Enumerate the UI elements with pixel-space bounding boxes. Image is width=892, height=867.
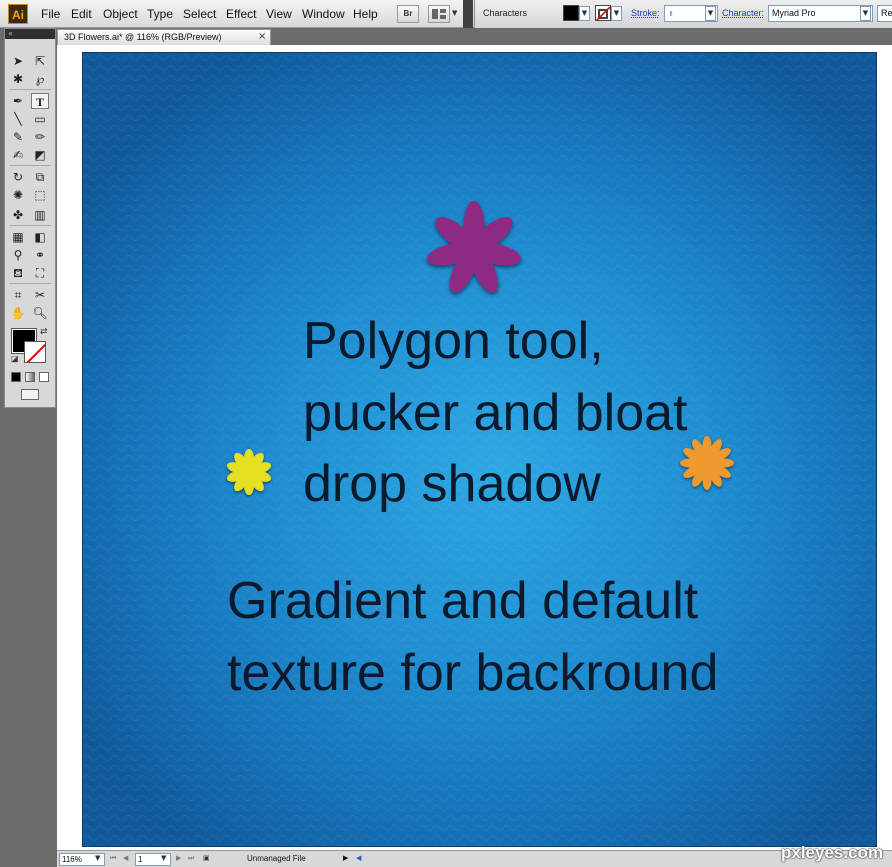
artboard[interactable]: Polygon tool, pucker and bloat drop shad… <box>82 52 877 847</box>
first-artboard-icon[interactable]: ⏮ <box>110 854 116 863</box>
fill-color-swatch[interactable] <box>563 5 579 21</box>
blend-tool-icon[interactable]: ⚭ <box>31 247 49 263</box>
menu-help[interactable]: Help <box>353 7 378 21</box>
artwork-text-line-3: drop shadow <box>303 455 601 513</box>
tools-panel: « ➤ ⇱ ✱ ℘ ✒ T ╲ ▭ ✎ ✏ ✍ ◩ ↻ ⧉ ✺ ⬚ ✤ ▥ ▦ … <box>4 28 56 408</box>
menu-object[interactable]: Object <box>103 7 138 21</box>
type-tool-icon[interactable]: T <box>31 93 49 109</box>
color-mode-icon[interactable] <box>11 372 21 382</box>
yellow-flower <box>227 449 271 495</box>
menu-type[interactable]: Type <box>147 7 173 21</box>
last-artboard-icon[interactable]: ⏭ <box>188 854 194 863</box>
blob-brush-tool-icon[interactable]: ✍ <box>9 147 27 163</box>
eraser-tool-icon[interactable]: ◩ <box>31 147 49 163</box>
artwork-text-line-4: Gradient and default <box>227 572 699 630</box>
chevron-down-icon[interactable]: ▼ <box>452 9 457 17</box>
tool-divider <box>9 283 51 284</box>
direct-selection-tool-icon[interactable]: ⇱ <box>31 53 49 69</box>
previous-artboard-icon[interactable]: ◀ <box>123 854 128 862</box>
scroll-left-icon[interactable]: ◀ <box>356 854 361 862</box>
background-texture <box>83 53 876 846</box>
purple-flower <box>427 201 521 293</box>
character-label[interactable]: Character: <box>722 8 764 18</box>
zoom-dropdown-arrow[interactable]: ▼ <box>95 854 100 862</box>
line-tool-icon[interactable]: ╲ <box>9 111 27 127</box>
hand-tool-icon[interactable]: ✋ <box>9 305 27 321</box>
tool-divider <box>9 165 51 166</box>
live-paint-selection-tool-icon[interactable]: ⛶ <box>31 265 49 281</box>
tools-panel-collapse[interactable]: « <box>5 29 55 39</box>
next-artboard-icon[interactable]: ▶ <box>176 854 181 862</box>
control-panel-grip[interactable] <box>463 0 473 28</box>
selection-tool-icon[interactable]: ➤ <box>9 53 27 69</box>
arrange-documents-icon <box>432 9 446 19</box>
gradient-mode-icon[interactable] <box>25 372 35 382</box>
scale-tool-icon[interactable]: ⧉ <box>31 169 49 185</box>
default-colors-icon[interactable]: ◪ <box>11 354 19 363</box>
stepper-icon[interactable]: ⬍ <box>668 11 674 18</box>
stroke-weight-dropdown-arrow[interactable]: ▼ <box>705 6 716 21</box>
no-stroke-icon <box>596 6 610 20</box>
stroke-color-box[interactable] <box>24 341 46 363</box>
document-tab[interactable]: 3D Flowers.ai* @ 116% (RGB/Preview) <box>57 29 271 45</box>
free-transform-tool-icon[interactable]: ⬚ <box>31 187 49 203</box>
rectangle-tool-icon[interactable]: ▭ <box>31 111 49 127</box>
arrange-documents-button[interactable] <box>428 5 450 23</box>
graph-tool-icon[interactable]: ▥ <box>31 207 49 223</box>
paintbrush-tool-icon[interactable]: ✎ <box>9 129 27 145</box>
mesh-tool-icon[interactable]: ▦ <box>9 229 27 245</box>
status-text: Unmanaged File <box>247 854 306 863</box>
font-family-dropdown-arrow[interactable]: ▼ <box>860 6 871 21</box>
watermark: pxleyes.com <box>781 843 884 862</box>
none-mode-icon[interactable] <box>39 372 49 382</box>
status-bar: 116% ▼ ⏮ ◀ 1 ▼ ▶ ⏭ ▣ Unmanaged File ▶ ◀ <box>57 850 892 867</box>
live-paint-bucket-tool-icon[interactable]: ⛾ <box>9 265 27 281</box>
symbol-sprayer-tool-icon[interactable]: ✤ <box>9 207 27 223</box>
app-logo: Ai <box>8 4 28 24</box>
stroke-color-swatch[interactable] <box>595 5 611 21</box>
gradient-tool-icon[interactable]: ◧ <box>31 229 49 245</box>
warp-tool-icon[interactable]: ✺ <box>9 187 27 203</box>
font-family-field[interactable]: Myriad Pro <box>768 5 873 22</box>
status-menu-icon[interactable]: ▣ <box>203 854 210 862</box>
pencil-tool-icon[interactable]: ✏ <box>31 129 49 145</box>
fill-dropdown-arrow[interactable]: ▼ <box>579 6 590 21</box>
bridge-button[interactable]: Br <box>397 5 419 23</box>
font-style-field[interactable]: Re <box>877 5 892 22</box>
menu-view[interactable]: View <box>266 7 292 21</box>
stroke-label[interactable]: Stroke: <box>631 8 660 18</box>
tool-divider <box>9 89 51 90</box>
pen-tool-icon[interactable]: ✒ <box>9 93 27 109</box>
swap-colors-icon[interactable]: ⇄ <box>40 327 48 337</box>
artwork-text-line-5: texture for backround <box>227 644 719 702</box>
artwork-text-line-2: pucker and bloat <box>303 384 688 442</box>
magic-wand-tool-icon[interactable]: ✱ <box>9 71 27 87</box>
menu-edit[interactable]: Edit <box>71 7 92 21</box>
stroke-dropdown-arrow[interactable]: ▼ <box>611 6 622 21</box>
slice-tool-icon[interactable]: ✂ <box>31 287 49 303</box>
screen-mode-icon[interactable] <box>21 389 39 400</box>
menu-file[interactable]: File <box>41 7 60 21</box>
artwork-text-line-1: Polygon tool, <box>303 312 604 370</box>
close-icon[interactable]: × <box>258 31 266 42</box>
menu-window[interactable]: Window <box>302 7 345 21</box>
rotate-tool-icon[interactable]: ↻ <box>9 169 27 185</box>
artboard-tool-icon[interactable]: ⌗ <box>9 287 27 303</box>
status-options-arrow[interactable]: ▶ <box>343 854 348 862</box>
artboard-dropdown-arrow[interactable]: ▼ <box>161 854 166 862</box>
eyedropper-tool-icon[interactable]: ⚲ <box>9 247 27 263</box>
menu-select[interactable]: Select <box>183 7 216 21</box>
menu-effect[interactable]: Effect <box>226 7 256 21</box>
zoom-tool-icon[interactable]: 🔍︎ <box>31 305 49 321</box>
control-panel-section-label: Characters <box>483 8 528 18</box>
lasso-tool-icon[interactable]: ℘ <box>31 71 49 87</box>
tool-divider <box>9 225 51 226</box>
